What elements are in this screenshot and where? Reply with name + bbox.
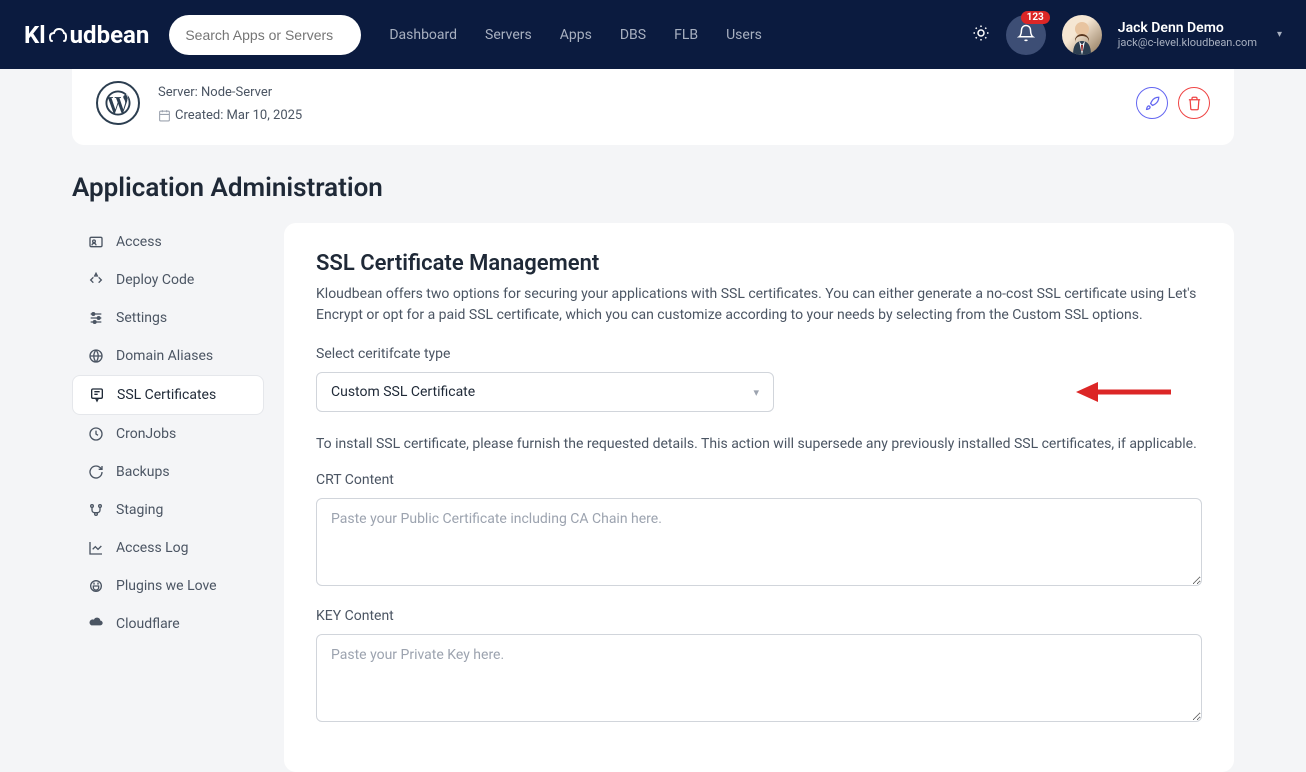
nav-dbs[interactable]: DBS [620,27,646,43]
sidebar-item-access[interactable]: Access [72,223,264,261]
sidebar: Access Deploy Code Settings Domain Alias… [72,223,264,643]
bell-icon [1017,24,1035,46]
plug-icon [88,578,104,594]
clock-icon [88,426,104,442]
branch-icon [88,502,104,518]
top-navbar: Kludbean Dashboard Servers Apps DBS FLB … [0,0,1306,69]
chart-icon [88,540,104,556]
crt-label: CRT Content [316,472,1202,488]
notification-badge: 123 [1021,11,1050,24]
code-icon [88,272,104,288]
sidebar-item-label: Backups [116,464,170,480]
chevron-down-icon: ▾ [1277,29,1282,40]
sidebar-item-label: Cloudflare [116,616,180,632]
launch-button[interactable] [1136,87,1168,119]
arrow-annotation [1076,374,1171,414]
sidebar-item-plugins[interactable]: Plugins we Love [72,567,264,605]
globe-icon [88,348,104,364]
search-input-wrap [169,15,361,55]
sidebar-item-label: Settings [116,310,167,326]
topbar-right: 123 Jack Denn Demo jack@c-level.kloudbea… [972,15,1282,55]
user-menu[interactable]: Jack Denn Demo jack@c-level.kloudbean.co… [1118,20,1257,49]
install-note: To install SSL certificate, please furni… [316,436,1202,452]
sliders-icon [88,310,104,326]
nav-flb[interactable]: FLB [674,27,698,43]
key-label: KEY Content [316,608,1202,624]
sidebar-item-label: Deploy Code [116,272,194,288]
app-meta: Server: Node-Server Created: Mar 10, 202… [158,83,302,123]
sidebar-item-staging[interactable]: Staging [72,491,264,529]
sidebar-item-label: Domain Aliases [116,348,213,364]
key-content-textarea[interactable] [316,634,1202,722]
panel-description: Kloudbean offers two options for securin… [316,284,1202,326]
search-input[interactable] [185,27,345,43]
calendar-icon [158,109,171,122]
user-email: jack@c-level.kloudbean.com [1118,36,1257,49]
trash-icon [1187,96,1202,111]
sidebar-item-backups[interactable]: Backups [72,453,264,491]
sidebar-item-label: Staging [116,502,163,518]
cloud-icon [88,616,104,632]
certificate-icon [89,387,105,403]
panel-title: SSL Certificate Management [316,251,1202,276]
brand-logo[interactable]: Kludbean [24,21,149,49]
app-actions [1136,87,1210,119]
sidebar-item-label: Access [116,234,162,250]
app-header-card: Server: Node-Server Created: Mar 10, 202… [72,69,1234,145]
sidebar-item-ssl[interactable]: SSL Certificates [72,375,264,415]
nav-users[interactable]: Users [726,27,762,43]
cert-type-select[interactable]: Custom SSL Certificate ▾ [316,372,774,412]
user-name: Jack Denn Demo [1118,20,1257,36]
user-avatar[interactable] [1062,15,1102,55]
sidebar-item-settings[interactable]: Settings [72,299,264,337]
id-card-icon [88,234,104,250]
sidebar-item-cron[interactable]: CronJobs [72,415,264,453]
main-nav: Dashboard Servers Apps DBS FLB Users [389,27,761,43]
sidebar-item-accesslog[interactable]: Access Log [72,529,264,567]
created-label: Created: Mar 10, 2025 [158,108,302,123]
wordpress-icon [96,81,140,125]
rocket-icon [1145,96,1160,111]
sidebar-item-cloudflare[interactable]: Cloudflare [72,605,264,643]
sidebar-item-label: Plugins we Love [116,578,217,594]
notifications-button[interactable]: 123 [1006,15,1046,55]
nav-servers[interactable]: Servers [485,27,532,43]
chevron-down-icon: ▾ [753,386,759,399]
nav-apps[interactable]: Apps [560,27,592,43]
select-cert-label: Select ceritifcate type [316,346,1202,362]
delete-button[interactable] [1178,87,1210,119]
refresh-icon [88,464,104,480]
sidebar-item-label: SSL Certificates [117,387,216,403]
sidebar-item-deploy[interactable]: Deploy Code [72,261,264,299]
main-panel: SSL Certificate Management Kloudbean off… [284,223,1234,772]
theme-toggle-icon[interactable] [972,24,990,46]
sidebar-item-label: Access Log [116,540,189,556]
sidebar-item-domain[interactable]: Domain Aliases [72,337,264,375]
select-value: Custom SSL Certificate [331,384,475,400]
nav-dashboard[interactable]: Dashboard [389,27,457,43]
crt-content-textarea[interactable] [316,498,1202,586]
sidebar-item-label: CronJobs [116,426,176,442]
server-label: Server: Node-Server [158,85,302,100]
page-title: Application Administration [72,173,1234,203]
